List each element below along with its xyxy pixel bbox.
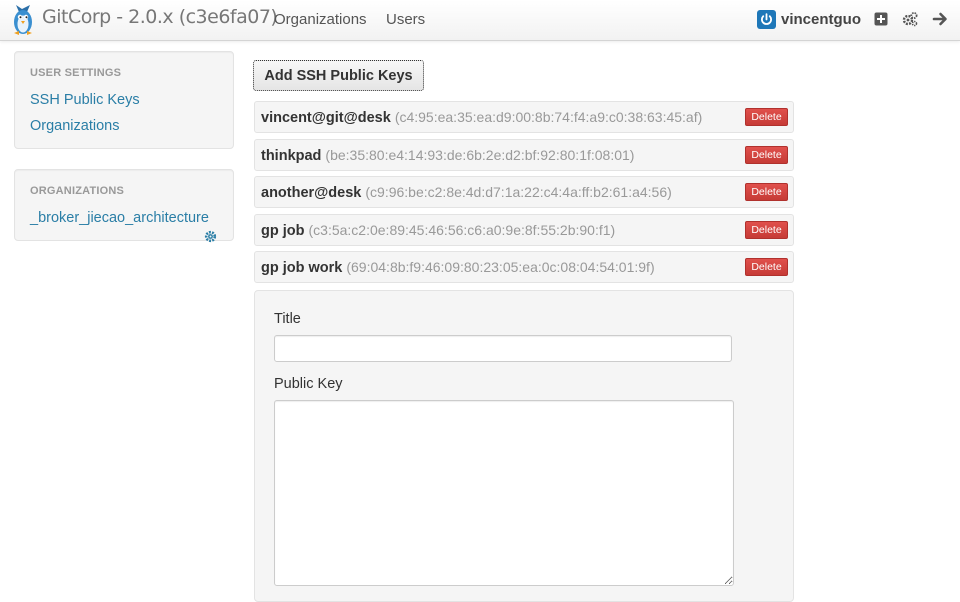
key-fingerprint: (69:04:8b:f9:46:09:80:23:05:ea:0c:08:04:… (346, 259, 655, 275)
brand-title[interactable]: GitCorp - 2.0.x (c3e6fa07) (42, 6, 278, 28)
key-title-wrap: another@desk (c9:96:be:c2:8e:4d:d7:1a:22:… (261, 184, 672, 201)
arrow-right-icon[interactable] (932, 11, 948, 27)
username-link[interactable]: vincentguo (781, 11, 861, 28)
title-input[interactable] (274, 335, 732, 362)
user-settings-panel: USER SETTINGS SSH Public Keys Organizati… (14, 51, 234, 149)
key-title-wrap: vincent@git@desk (c4:95:ea:35:ea:d9:00:8b… (261, 109, 702, 126)
delete-key-button[interactable]: Delete (745, 108, 788, 126)
public-key-label: Public Key (274, 376, 343, 392)
key-title: another@desk (261, 185, 362, 201)
top-navbar: GitCorp - 2.0.x (c3e6fa07) Organizations… (0, 0, 960, 41)
ssh-key-row: another@desk (c9:96:be:c2:8e:4d:d7:1a:22:… (254, 176, 794, 208)
ssh-key-row: gp job (c3:5a:c2:0e:89:45:46:56:c6:a0:9e:… (254, 214, 794, 246)
plus-square-icon[interactable] (873, 11, 889, 27)
key-title-wrap: gp job work (69:04:8b:f9:46:09:80:23:05:e… (261, 259, 655, 276)
sidebar-item-organizations[interactable]: Organizations (30, 118, 119, 134)
key-title: thinkpad (261, 148, 322, 164)
organizations-panel: ORGANIZATIONS _broker_jiecao_architectur… (14, 169, 234, 243)
ssh-key-row: vincent@git@desk (c4:95:ea:35:ea:d9:00:8b… (254, 101, 794, 133)
organizations-header: ORGANIZATIONS (30, 185, 125, 197)
nav-users-link[interactable]: Users (386, 11, 425, 28)
ssh-key-row: gp job work (69:04:8b:f9:46:09:80:23:05:e… (254, 251, 794, 283)
key-title: gp job (261, 223, 305, 239)
add-ssh-key-button[interactable]: Add SSH Public Keys (253, 60, 424, 91)
user-power-icon[interactable] (757, 10, 776, 29)
delete-key-button[interactable]: Delete (745, 221, 788, 239)
key-title: gp job work (261, 260, 343, 276)
nav-organizations-link[interactable]: Organizations (274, 11, 367, 28)
org-settings-gear-icon[interactable] (204, 230, 217, 243)
add-key-form: Title Public Key (254, 290, 794, 602)
sidebar-item-ssh-keys[interactable]: SSH Public Keys (30, 92, 140, 108)
public-key-textarea[interactable] (274, 400, 734, 586)
key-title-wrap: thinkpad (be:35:80:e4:14:93:de:6b:2e:d2:b… (261, 147, 634, 164)
ssh-key-row: thinkpad (be:35:80:e4:14:93:de:6b:2e:d2:b… (254, 139, 794, 171)
org-link[interactable]: _broker_jiecao_architecture (30, 210, 209, 226)
title-label: Title (274, 311, 301, 327)
key-fingerprint: (c4:95:ea:35:ea:d9:00:8b:74:f4:a9:c0:38:… (394, 109, 703, 125)
key-title-wrap: gp job (c3:5a:c2:0e:89:45:46:56:c6:a0:9e:… (261, 222, 615, 239)
user-settings-header: USER SETTINGS (30, 67, 122, 79)
cogs-icon[interactable] (902, 11, 918, 27)
delete-key-button[interactable]: Delete (745, 258, 788, 276)
gitcorp-logo-icon[interactable] (10, 3, 36, 37)
key-title: vincent@git@desk (261, 110, 391, 126)
key-fingerprint: (c9:96:be:c2:8e:4d:d7:1a:22:c4:4a:ff:b2:… (365, 184, 672, 200)
key-fingerprint: (c3:5a:c2:0e:89:45:46:56:c6:a0:9e:8f:55:… (308, 222, 616, 238)
delete-key-button[interactable]: Delete (745, 146, 788, 164)
delete-key-button[interactable]: Delete (745, 183, 788, 201)
key-fingerprint: (be:35:80:e4:14:93:de:6b:2e:d2:bf:92:80:… (325, 147, 635, 163)
